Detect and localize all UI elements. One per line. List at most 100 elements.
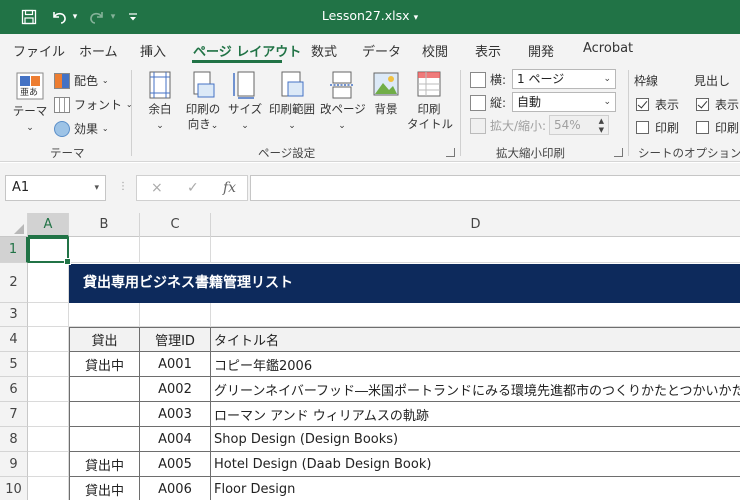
group-separator	[628, 70, 629, 156]
print-area-button[interactable]: 印刷範囲 ⌄	[267, 70, 317, 134]
theme-colors-button[interactable]: 配色 ⌄	[54, 72, 109, 89]
cell-b3[interactable]	[69, 303, 140, 327]
sheet-title[interactable]: 貸出専用ビジネス書籍管理リスト	[69, 264, 740, 303]
row-header-5[interactable]: 5	[0, 352, 28, 377]
record-title[interactable]: Hotel Design (Daab Design Book)	[211, 452, 740, 477]
cell-a7[interactable]	[28, 402, 69, 427]
row-header-2[interactable]: 2	[0, 263, 28, 303]
name-box[interactable]: A1 ▾	[5, 175, 106, 201]
tab-page-layout[interactable]: ページ レイアウト	[193, 41, 301, 60]
tab-review[interactable]: 校閲	[422, 41, 448, 60]
cell-c1[interactable]	[140, 237, 211, 263]
header-title[interactable]: タイトル名	[211, 327, 740, 352]
size-button[interactable]: サイズ ⌄	[228, 70, 262, 134]
print-titles-button[interactable]: 印刷 タイトル	[407, 70, 453, 132]
select-all-corner[interactable]	[0, 213, 28, 237]
orientation-button[interactable]: 印刷の 向き⌄	[183, 70, 223, 134]
row-header-4[interactable]: 4	[0, 327, 28, 352]
row-header-10[interactable]: 10	[0, 477, 28, 500]
row-header-1[interactable]: 1	[0, 237, 28, 263]
tab-formulas[interactable]: 数式	[311, 41, 337, 60]
cell-a8[interactable]	[28, 427, 69, 452]
tab-data[interactable]: データ	[362, 41, 401, 60]
tab-view[interactable]: 表示	[475, 41, 501, 60]
page-setup-dialog-launcher[interactable]	[446, 148, 455, 157]
record-id[interactable]: A004	[140, 427, 211, 452]
record-title[interactable]: Floor Design	[211, 477, 740, 500]
cell-a2[interactable]	[28, 263, 69, 303]
record-id[interactable]: A002	[140, 377, 211, 402]
margins-icon	[149, 71, 171, 99]
scale-dialog-launcher[interactable]	[614, 148, 623, 157]
column-header-b[interactable]: B	[69, 213, 140, 237]
insert-function-icon[interactable]: fx	[223, 180, 236, 196]
record-lending[interactable]: 貸出中	[69, 452, 140, 477]
scale-spinner[interactable]: 54% ▲ ▼	[549, 115, 609, 135]
cell-a9[interactable]	[28, 452, 69, 477]
record-lending[interactable]: 貸出中	[69, 352, 140, 377]
record-id[interactable]: A001	[140, 352, 211, 377]
background-label: 背景	[374, 102, 398, 116]
cell-c3[interactable]	[140, 303, 211, 327]
headings-print-checkbox[interactable]: 印刷	[696, 119, 739, 136]
column-header-d[interactable]: D	[211, 213, 740, 237]
height-select[interactable]: 自動 ⌄	[512, 92, 616, 112]
formula-bar-grip-icon[interactable]: ⋮	[118, 181, 128, 192]
record-id[interactable]: A005	[140, 452, 211, 477]
scale-group-label: 拡大縮小印刷	[496, 146, 565, 160]
gridlines-view-checkbox[interactable]: 表示	[636, 96, 679, 113]
record-lending[interactable]	[69, 402, 140, 427]
scale-spinner-value: 54%	[554, 118, 581, 132]
cell-a6[interactable]	[28, 377, 69, 402]
headings-view-checkbox[interactable]: 表示	[696, 96, 739, 113]
header-management-id[interactable]: 管理ID	[140, 327, 211, 352]
record-id[interactable]: A006	[140, 477, 211, 500]
enter-icon[interactable]: ✓	[187, 180, 199, 196]
record-title[interactable]: ローマン アンド ウィリアムスの軌跡	[211, 402, 740, 427]
tab-home[interactable]: ホーム	[79, 41, 118, 60]
formula-input[interactable]	[250, 175, 740, 201]
row-header-6[interactable]: 6	[0, 377, 28, 402]
themes-button[interactable]: 亜あ テーマ ⌄	[8, 70, 52, 136]
cell-d1[interactable]	[211, 237, 740, 263]
tab-acrobat[interactable]: Acrobat	[583, 41, 633, 56]
column-header-c[interactable]: C	[140, 213, 211, 237]
breaks-button[interactable]: 改ページ ⌄	[320, 70, 366, 134]
tab-file[interactable]: ファイル	[13, 41, 65, 60]
cell-b1[interactable]	[69, 237, 140, 263]
checkbox-checked-icon	[696, 98, 709, 111]
cancel-icon[interactable]: ×	[151, 180, 163, 196]
record-lending[interactable]	[69, 427, 140, 452]
record-title[interactable]: グリーンネイバーフッド―米国ポートランドにみる環境先進都市のつくりかたとつかいか…	[211, 377, 740, 402]
width-select[interactable]: 1 ページ ⌄	[512, 69, 616, 89]
background-button[interactable]: 背景	[369, 70, 403, 117]
cell-a5[interactable]	[28, 352, 69, 377]
theme-fonts-label: フォント	[74, 98, 123, 112]
theme-fonts-button[interactable]: フォント ⌄	[54, 96, 133, 113]
print-titles-icon	[417, 71, 441, 97]
svg-text:亜あ: 亜あ	[20, 87, 38, 98]
header-lending[interactable]: 貸出	[69, 327, 140, 352]
record-title[interactable]: Shop Design (Design Books)	[211, 427, 740, 452]
active-cell-selection[interactable]	[28, 237, 71, 265]
column-header-a[interactable]: A	[28, 213, 69, 237]
cell-a4[interactable]	[28, 327, 69, 352]
record-id[interactable]: A003	[140, 402, 211, 427]
theme-effects-button[interactable]: 効果 ⌄	[54, 120, 109, 137]
gridlines-print-checkbox[interactable]: 印刷	[636, 119, 679, 136]
cell-d3[interactable]	[211, 303, 740, 327]
cell-a10[interactable]	[28, 477, 69, 500]
row-header-8[interactable]: 8	[0, 427, 28, 452]
scale-icon	[470, 117, 486, 134]
row-header-3[interactable]: 3	[0, 303, 28, 327]
row-header-9[interactable]: 9	[0, 452, 28, 477]
record-lending[interactable]: 貸出中	[69, 477, 140, 500]
tab-insert[interactable]: 挿入	[140, 41, 166, 60]
document-title[interactable]: Lesson27.xlsx ▾	[0, 8, 740, 23]
tab-developer[interactable]: 開発	[528, 41, 554, 60]
cell-a3[interactable]	[28, 303, 69, 327]
record-lending[interactable]	[69, 377, 140, 402]
margins-button[interactable]: 余白 ⌄	[142, 70, 178, 134]
record-title[interactable]: コピー年鑑2006	[211, 352, 740, 377]
row-header-7[interactable]: 7	[0, 402, 28, 427]
